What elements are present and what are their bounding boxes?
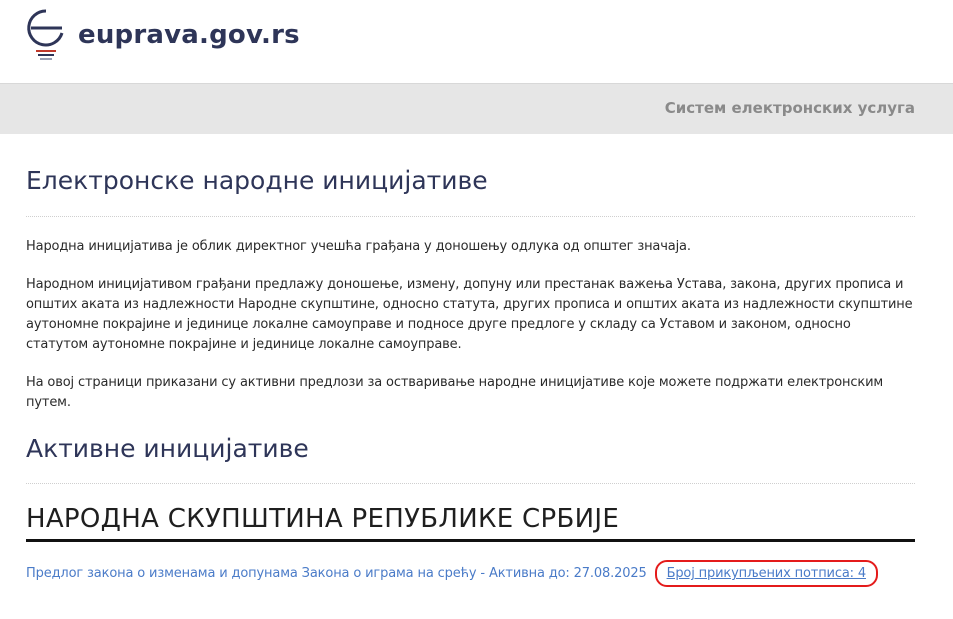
services-bar: Систем електронских услуга <box>0 84 953 134</box>
home-logo-link[interactable]: euprava.gov.rs <box>25 7 300 63</box>
divider <box>26 216 915 217</box>
organization-title: НАРОДНА СКУПШТИНА РЕПУБЛИКЕ СРБИЈЕ <box>26 504 620 534</box>
site-name: euprava.gov.rs <box>78 20 300 50</box>
signature-count-link[interactable]: Број прикупљених потписа: 4 <box>654 560 878 587</box>
initiative-link[interactable]: Предлог закона о изменама и допунама Зак… <box>26 566 647 581</box>
info-paragraph: На овој страници приказани су активни пр… <box>26 375 884 410</box>
intro-paragraph: Народна иницијатива је облик директног у… <box>26 239 691 254</box>
organization-divider <box>26 539 915 542</box>
active-initiatives-title: Активне иницијативе <box>26 434 309 463</box>
page-title: Електронске народне иницијативе <box>26 166 488 195</box>
site-header: euprava.gov.rs <box>0 0 953 84</box>
services-title: Систем електронских услуга <box>664 99 915 117</box>
main-content: Електронске народне иницијативе Народна … <box>0 166 953 587</box>
divider <box>26 483 915 484</box>
euprava-logo-icon <box>27 9 64 60</box>
description-paragraph: Народном иницијативом грађани предлажу д… <box>26 277 913 352</box>
list-item: Предлог закона о изменама и допунама Зак… <box>26 560 915 587</box>
